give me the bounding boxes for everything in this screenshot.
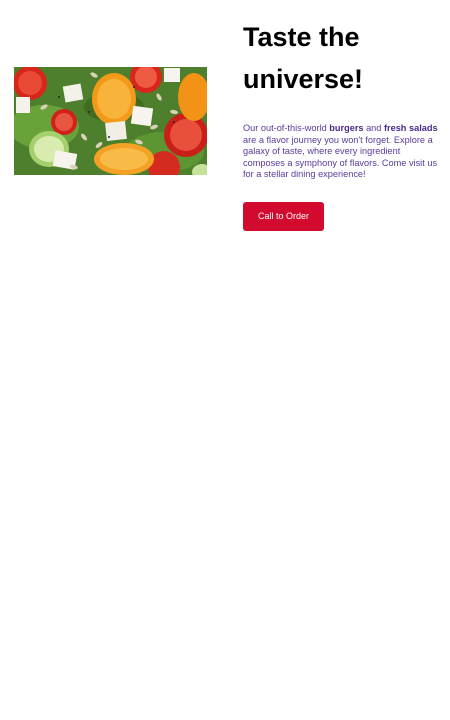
desc-bold-burgers: burgers [329,123,364,133]
desc-text-2: and [363,123,384,133]
title-line-1: Taste the [243,22,360,52]
call-to-order-button[interactable]: Call to Order [243,201,324,231]
hero-content: Taste the universe! Our out-of-this-worl… [243,16,438,231]
salad-image [14,67,207,175]
desc-text-1: Our out-of-this-world [243,123,330,133]
description: Our out-of-this-world burgers and fresh … [243,123,438,181]
desc-text-3: are a flavor journey you won't forget. E… [243,134,438,180]
page: Taste the universe! Our out-of-this-worl… [0,0,450,720]
desc-bold-fresh-salads: fresh salads [383,123,438,133]
page-title: Taste the universe! [243,16,438,100]
title-line-2: universe! [243,64,364,94]
salad-photo-icon [14,67,207,175]
